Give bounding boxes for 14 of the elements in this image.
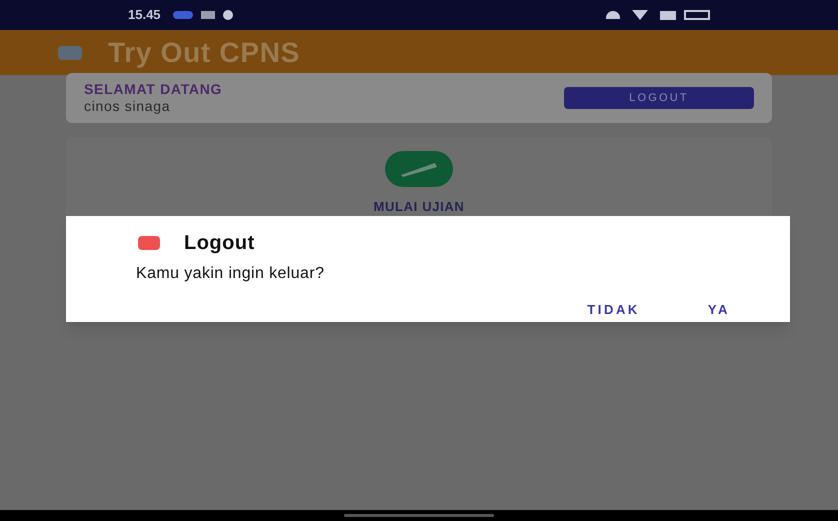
battery-icon	[684, 10, 710, 20]
notification-icon	[172, 11, 193, 19]
menu-label: MULAI UJIAN	[374, 198, 464, 216]
dialog-button[interactable]: TIDAK	[567, 296, 660, 324]
pencil-icon	[385, 151, 453, 187]
user-name: cinos sinaga	[84, 98, 172, 116]
welcome-heading: SELAMAT DATANG	[84, 80, 222, 98]
logout-button[interactable]: LOGOUT	[564, 87, 754, 109]
app-title: Try Out CPNS	[108, 36, 300, 70]
home-indicator[interactable]	[344, 514, 494, 517]
status-time: 15.45	[128, 6, 161, 24]
wifi-icon	[632, 10, 648, 20]
dialog-message: Kamu yakin ingin keluar?	[136, 264, 326, 284]
dialog-button[interactable]: YA	[688, 296, 750, 324]
